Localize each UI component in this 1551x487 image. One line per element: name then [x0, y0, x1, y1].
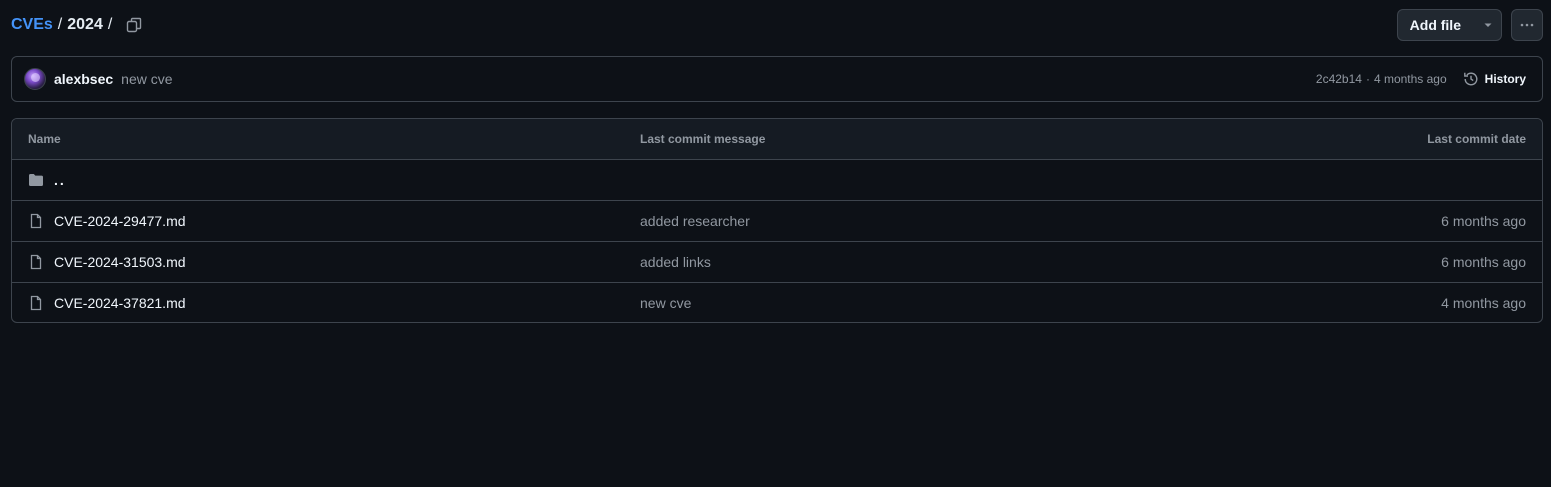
file-commit-date: 6 months ago [1441, 254, 1526, 270]
repo-directory-page: CVEs / 2024 / Add file alexbsec new cve … [0, 0, 1551, 487]
history-icon [1463, 72, 1478, 86]
parent-directory-label: .. [54, 172, 66, 188]
directory-actions: Add file [1396, 8, 1543, 41]
breadcrumb-current-folder: 2024 [67, 15, 103, 33]
history-button[interactable]: History [1463, 71, 1526, 87]
file-table: Name Last commit message Last commit dat… [11, 118, 1543, 323]
commit-sha-link[interactable]: 2c42b14 [1316, 72, 1362, 86]
file-commit-date: 6 months ago [1441, 213, 1526, 229]
table-header: Name Last commit message Last commit dat… [12, 119, 1542, 160]
file-link[interactable]: CVE-2024-37821.md [28, 295, 186, 311]
file-commit-date: 4 months ago [1441, 295, 1526, 311]
more-options-button[interactable] [1511, 8, 1543, 41]
latest-commit-meta: 2c42b14 · 4 months ago History [1316, 71, 1526, 87]
kebab-horizontal-icon [1520, 23, 1534, 26]
file-link[interactable]: CVE-2024-31503.md [28, 254, 186, 270]
table-row: CVE-2024-31503.md added links 6 months a… [12, 242, 1542, 283]
commit-message-link[interactable]: new cve [121, 71, 172, 87]
history-label: History [1484, 72, 1526, 86]
table-row: CVE-2024-37821.md new cve 4 months ago [12, 283, 1542, 322]
column-header-date: Last commit date [1427, 132, 1526, 146]
folder-icon [29, 174, 43, 186]
file-link[interactable]: CVE-2024-29477.md [28, 213, 186, 229]
file-commit-message[interactable]: added researcher [640, 213, 750, 229]
add-file-label: Add file [1409, 16, 1461, 33]
copy-path-button[interactable] [123, 14, 145, 36]
file-name: CVE-2024-37821.md [54, 295, 186, 311]
breadcrumb-repo-link[interactable]: CVEs [11, 16, 53, 34]
file-icon [30, 295, 42, 311]
breadcrumb: CVEs / 2024 / [11, 14, 145, 36]
file-name: CVE-2024-31503.md [54, 254, 186, 270]
file-commit-message[interactable]: new cve [640, 295, 691, 311]
column-header-name: Name [28, 132, 61, 146]
latest-commit-box: alexbsec new cve 2c42b14 · 4 months ago … [11, 56, 1543, 102]
breadcrumb-separator: / [57, 15, 63, 33]
file-commit-message[interactable]: added links [640, 254, 711, 270]
breadcrumb-trailing-separator: / [107, 15, 113, 33]
latest-commit-summary: alexbsec new cve [24, 68, 173, 90]
file-icon [30, 254, 42, 270]
add-file-button[interactable]: Add file [1396, 8, 1502, 41]
parent-directory-link[interactable]: .. [28, 172, 66, 188]
add-file-dropdown-toggle[interactable] [1475, 10, 1501, 40]
column-header-message: Last commit message [640, 132, 766, 146]
avatar[interactable] [24, 68, 46, 90]
commit-meta-separator: · [1365, 72, 1370, 86]
triangle-down-icon [1484, 23, 1492, 27]
directory-header: CVEs / 2024 / Add file [11, 8, 1543, 41]
parent-directory-row[interactable]: .. [12, 160, 1542, 201]
table-row: CVE-2024-29477.md added researcher 6 mon… [12, 201, 1542, 242]
file-name: CVE-2024-29477.md [54, 213, 186, 229]
file-icon [30, 213, 42, 229]
commit-relative-time: 4 months ago [1373, 72, 1447, 86]
copy-icon [127, 17, 142, 32]
commit-author-link[interactable]: alexbsec [54, 71, 113, 87]
